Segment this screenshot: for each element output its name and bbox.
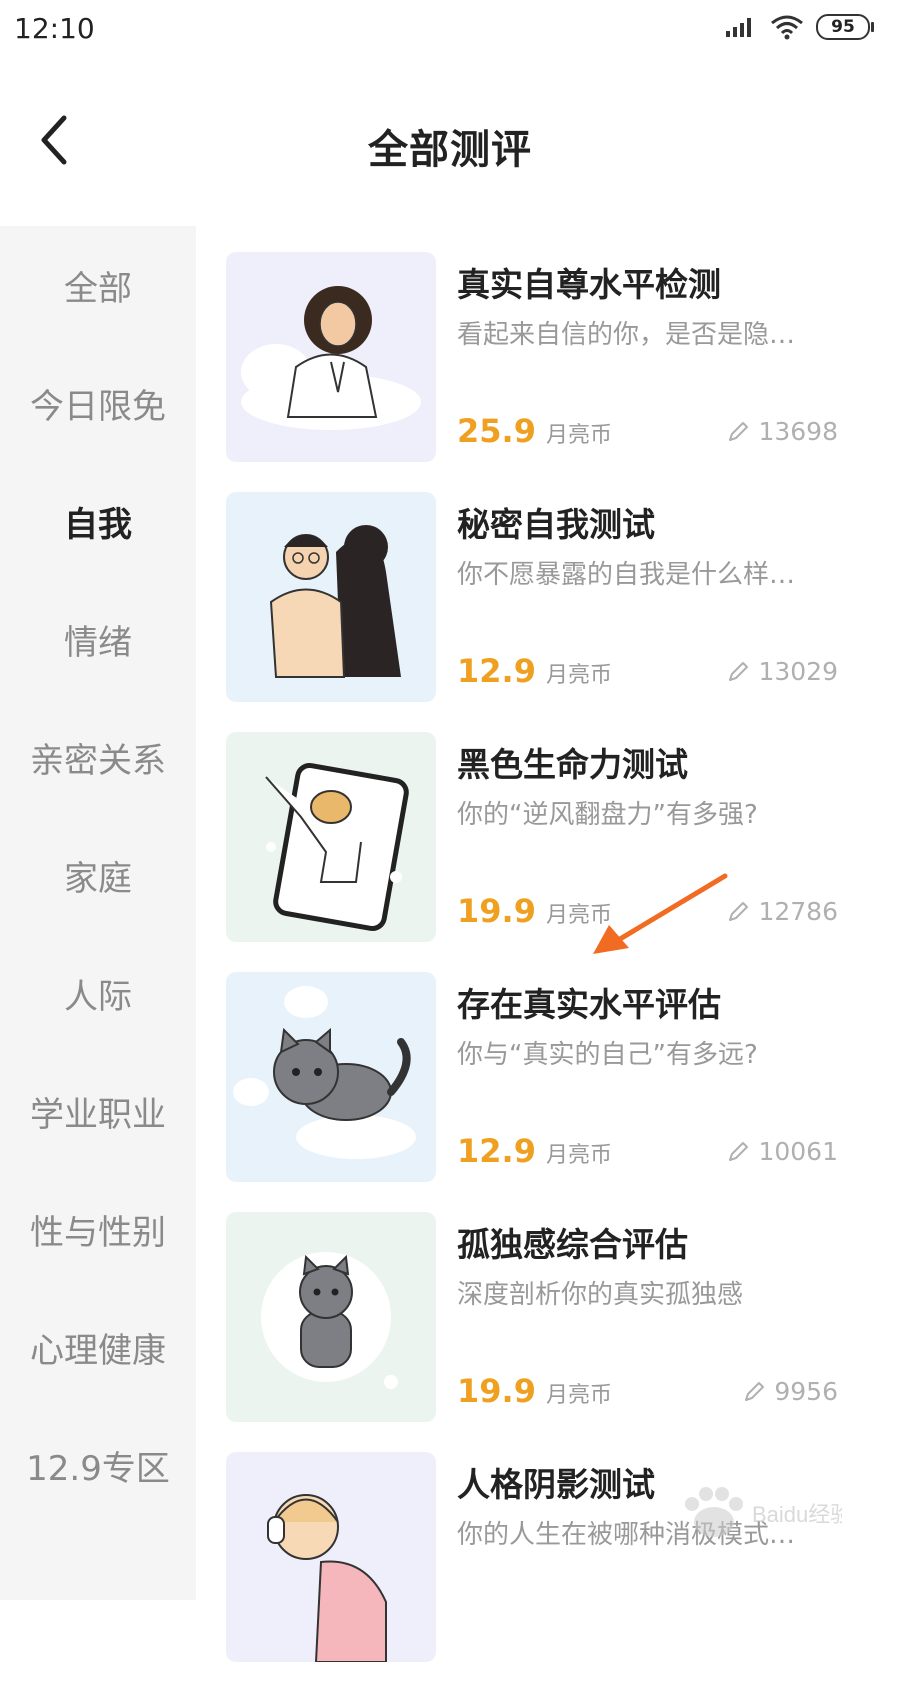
svg-text:Baidu经验: Baidu经验 — [752, 1502, 842, 1527]
card-title: 存在真实水平评估 — [457, 985, 721, 1024]
category-sidebar: 全部 今日限免 自我 情绪 亲密关系 家庭 人际 学业职业 性与性别 心理健康 … — [0, 226, 196, 1600]
pencil-icon — [729, 1141, 749, 1161]
count-value: 12786 — [758, 897, 838, 926]
price-unit: 月亮币 — [545, 663, 612, 688]
sidebar-item-family[interactable]: 家庭 — [0, 816, 196, 934]
price-value: 19.9 — [457, 1372, 536, 1410]
thumbnail-lion — [226, 252, 436, 462]
price-value: 19.9 — [457, 892, 536, 930]
participant-count: 10061 — [726, 1137, 838, 1166]
thumbnail-cat-bubble — [226, 1212, 436, 1422]
wifi-icon — [771, 15, 803, 40]
card-desc: 深度剖析你的真实孤独感 — [457, 1280, 744, 1310]
price-value: 25.9 — [457, 412, 536, 450]
card-desc: 看起来自信的你，是否是隐… — [457, 320, 796, 350]
price-unit: 月亮币 — [545, 1143, 612, 1168]
card-price: 12.9 月亮币 — [457, 1132, 612, 1170]
participant-count: 9956 — [742, 1377, 838, 1406]
card-title: 人格阴影测试 — [457, 1465, 655, 1504]
status-time: 12:10 — [14, 12, 95, 45]
card-title: 秘密自我测试 — [457, 505, 655, 544]
card-price: 12.9 月亮币 — [457, 652, 612, 690]
status-icons: 95 — [724, 14, 874, 40]
thumbnail-cat-cloud — [226, 972, 436, 1182]
price-unit: 月亮币 — [545, 1383, 612, 1408]
sidebar-item-all[interactable]: 全部 — [0, 226, 196, 344]
test-card[interactable]: 黑色生命力测试 你的“逆风翻盘力”有多强? 19.9 月亮币 12786 — [226, 732, 866, 972]
battery-icon: 95 — [816, 14, 874, 40]
card-desc: 你不愿暴露的自我是什么样… — [457, 560, 796, 590]
page-title: 全部测评 — [368, 127, 532, 173]
count-value: 13029 — [758, 657, 838, 686]
sidebar-item-self[interactable]: 自我 — [0, 462, 196, 580]
pencil-icon — [745, 1381, 765, 1401]
count-value: 9956 — [774, 1377, 838, 1406]
test-card[interactable]: 孤独感综合评估 深度剖析你的真实孤独感 19.9 月亮币 9956 — [226, 1212, 866, 1452]
card-title: 真实自尊水平检测 — [457, 265, 721, 304]
participant-count: 12786 — [726, 897, 838, 926]
price-unit: 月亮币 — [545, 423, 612, 448]
header: 全部测评 — [0, 62, 900, 226]
sidebar-item-intimate[interactable]: 亲密关系 — [0, 698, 196, 816]
sidebar-item-social[interactable]: 人际 — [0, 934, 196, 1052]
test-card[interactable]: 真实自尊水平检测 看起来自信的你，是否是隐… 25.9 月亮币 13698 — [226, 252, 866, 492]
pencil-icon — [729, 661, 749, 681]
sidebar-item-mental-health[interactable]: 心理健康 — [0, 1288, 196, 1406]
card-price: 19.9 月亮币 — [457, 1372, 612, 1410]
pencil-icon — [729, 421, 749, 441]
annotation-arrow — [593, 873, 728, 954]
sidebar-item-emotion[interactable]: 情绪 — [0, 580, 196, 698]
sidebar-item-free-today[interactable]: 今日限免 — [0, 344, 196, 462]
count-value: 13698 — [758, 417, 838, 446]
sidebar-item-career[interactable]: 学业职业 — [0, 1052, 196, 1170]
sidebar-item-gender[interactable]: 性与性别 — [0, 1170, 196, 1288]
signal-icon — [726, 18, 751, 37]
participant-count: 13698 — [726, 417, 838, 446]
sidebar-item-12-9-zone[interactable]: 12.9专区 — [0, 1406, 196, 1524]
participant-count: 13029 — [726, 657, 838, 686]
card-title: 黑色生命力测试 — [457, 745, 688, 784]
baidu-watermark: Baidu经验 — [672, 1474, 852, 1544]
status-bar: 12:10 95 — [0, 0, 900, 62]
card-title: 孤独感综合评估 — [457, 1225, 688, 1264]
count-value: 10061 — [758, 1137, 838, 1166]
test-card[interactable]: 秘密自我测试 你不愿暴露的自我是什么样… 12.9 月亮币 13029 — [226, 492, 866, 732]
card-desc: 你的“逆风翻盘力”有多强? — [457, 800, 758, 830]
thumbnail-man-shadow — [226, 492, 436, 702]
price-value: 12.9 — [457, 652, 536, 690]
test-card[interactable]: 存在真实水平评估 你与“真实的自己”有多远? 12.9 月亮币 10061 — [226, 972, 866, 1212]
price-value: 12.9 — [457, 1132, 536, 1170]
thumbnail-phone-dog — [226, 732, 436, 942]
card-price: 25.9 月亮币 — [457, 412, 612, 450]
thumbnail-headphones-person — [226, 1452, 436, 1662]
card-desc: 你与“真实的自己”有多远? — [457, 1040, 758, 1070]
